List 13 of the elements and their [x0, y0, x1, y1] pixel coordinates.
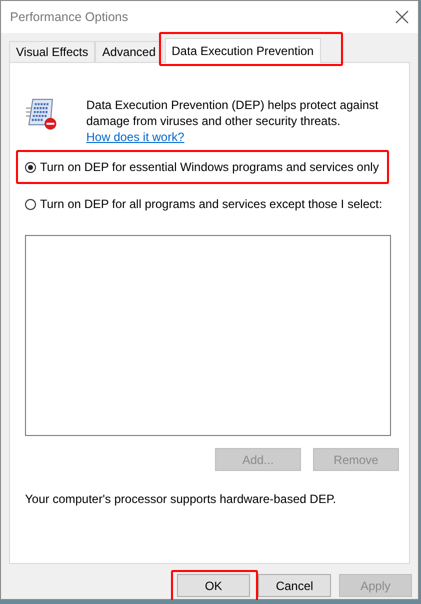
dialog-button[interactable]: Cancel	[258, 574, 331, 597]
window-title: Performance Options	[10, 10, 128, 24]
close-button[interactable]	[394, 9, 410, 25]
status-text: Your computer's processor supports hardware-based DEP.	[25, 492, 338, 506]
tab[interactable]: Advanced	[95, 41, 163, 62]
dialog-button[interactable]: OK	[177, 574, 250, 597]
tab[interactable]: Data Execution Prevention	[164, 38, 321, 63]
radio-button[interactable]	[25, 162, 36, 172]
radio-button[interactable]	[25, 198, 36, 210]
description-text: Data Execution Prevention (DEP) helps protect against damage from viruses and other security threats. How does it work?	[86, 97, 380, 145]
tab[interactable]: Visual Effects	[9, 41, 96, 62]
help-link[interactable]: How does it work?	[86, 130, 184, 144]
binary-document-icon	[25, 97, 58, 131]
